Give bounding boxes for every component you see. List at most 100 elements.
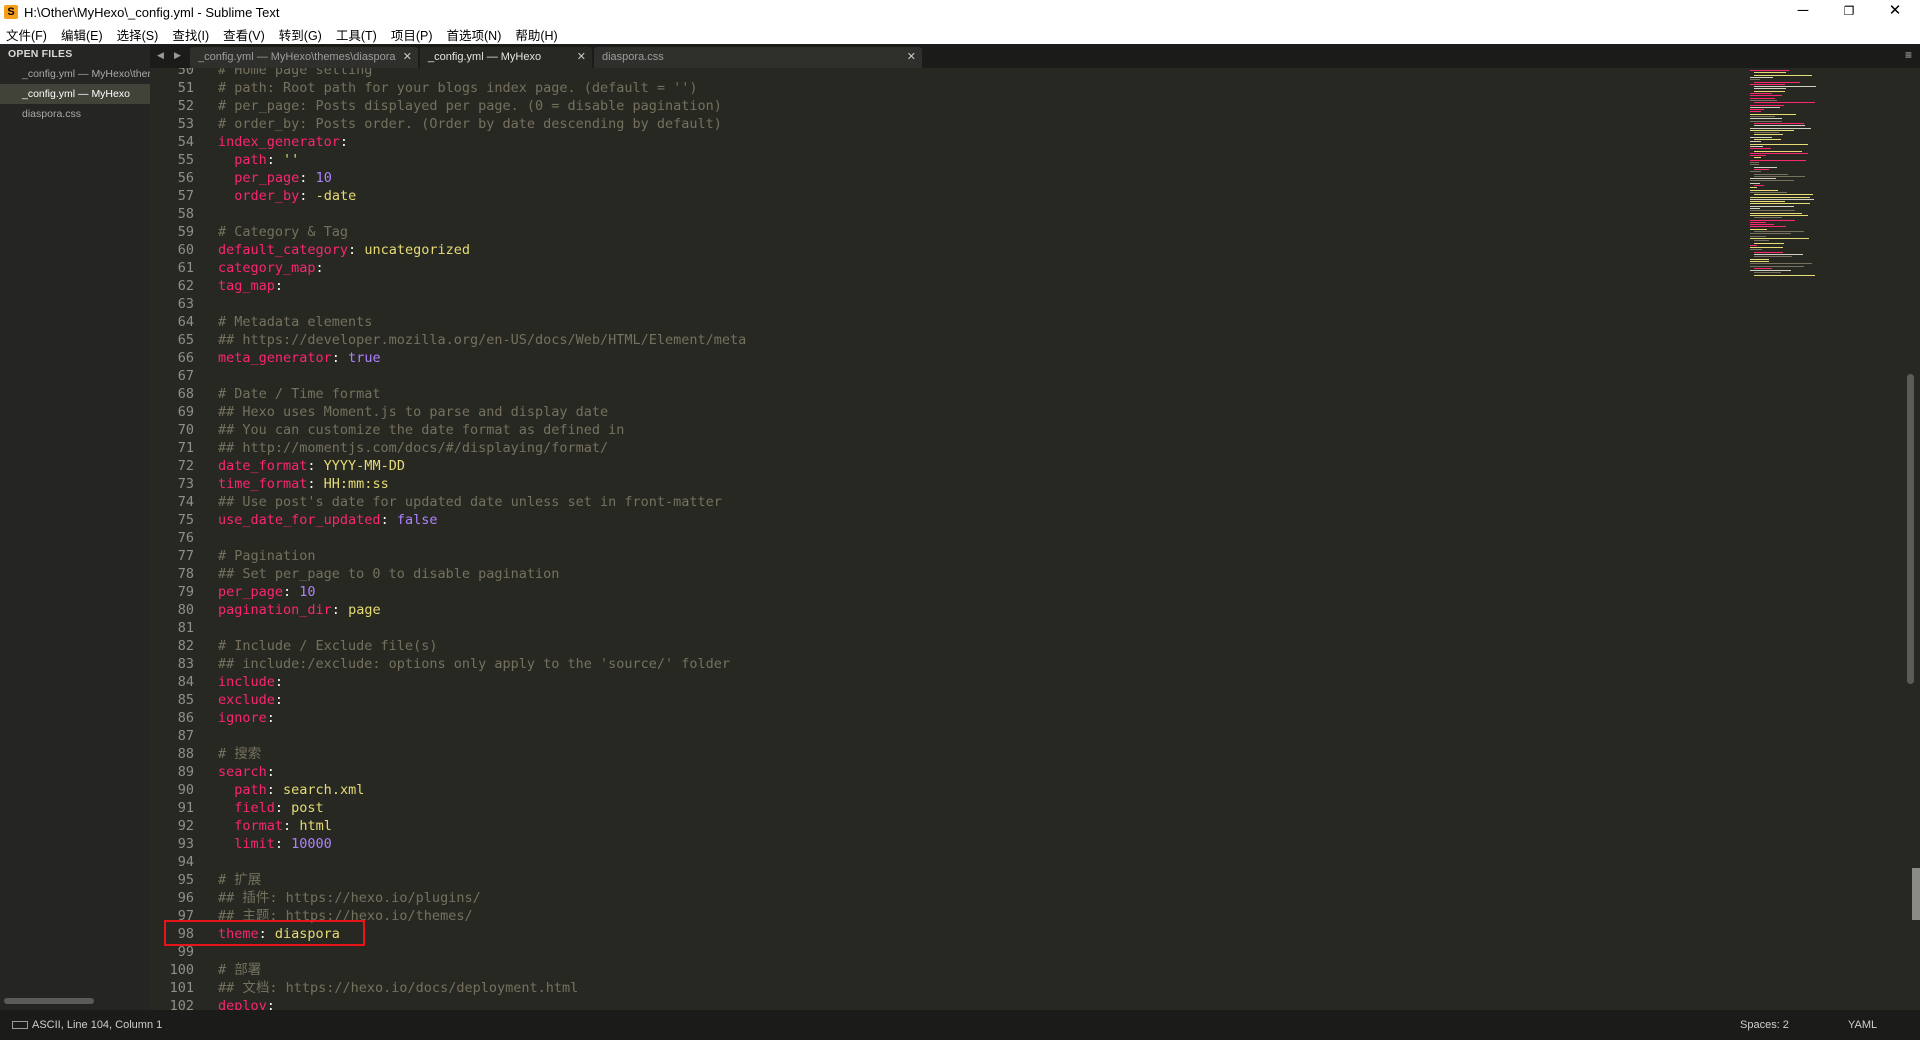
code-line[interactable]: 102 deploy: [150, 997, 746, 1010]
line-number: 94 [177, 854, 194, 870]
code-line[interactable]: 51 # path: Root path for your blogs index… [150, 79, 746, 97]
code-line[interactable]: 100 # 部署 [150, 961, 746, 979]
menu-file[interactable]: 文件(F) [6, 25, 47, 44]
code-line[interactable]: 86 ignore: [150, 709, 746, 727]
sidebar: OPEN FILES _config.yml — MyHexo\themes\d… [0, 44, 150, 1010]
menu-find[interactable]: 查找(I) [172, 25, 209, 44]
minimap-line [1754, 157, 1761, 159]
code-line[interactable]: 57 order_by: -date [150, 187, 746, 205]
menu-selection[interactable]: 选择(S) [117, 25, 159, 44]
minimap-line [1750, 198, 1814, 200]
code-token: 10 [315, 170, 332, 186]
menu-help[interactable]: 帮助(H) [515, 25, 557, 44]
code-token: '' [283, 152, 300, 168]
code-line[interactable]: 74 ## Use post's date for updated date un… [150, 493, 746, 511]
code-line[interactable]: 78 ## Set per_page to 0 to disable pagina… [150, 565, 746, 583]
code-line[interactable]: 72 date_format: YYYY-MM-DD [150, 457, 746, 475]
menu-goto[interactable]: 转到(G) [279, 25, 322, 44]
tab-close-icon[interactable]: ✕ [403, 47, 412, 67]
code-line[interactable]: 56 per_page: 10 [150, 169, 746, 187]
minimap-line [1754, 272, 1781, 274]
code-line[interactable]: 84 include: [150, 673, 746, 691]
tab-diaspora-css[interactable]: diaspora.css ✕ [594, 47, 922, 68]
minimap-line [1750, 76, 1773, 78]
status-syntax[interactable]: YAML [1848, 1019, 1877, 1031]
line-number: 88 [177, 746, 194, 762]
code-line[interactable]: 55 path: '' [150, 151, 746, 169]
code-line[interactable]: 87 [150, 727, 746, 745]
sidebar-horizontal-scrollbar[interactable] [4, 998, 94, 1004]
code-line[interactable]: 77 # Pagination [150, 547, 746, 565]
code-line[interactable]: 67 [150, 367, 746, 385]
code-line[interactable]: 60 default_category: uncategorized [150, 241, 746, 259]
code-line[interactable]: 93 limit: 10000 [150, 835, 746, 853]
code-line[interactable]: 64 # Metadata elements [150, 313, 746, 331]
code-line[interactable]: 89 search: [150, 763, 746, 781]
restore-button[interactable]: ❐ [1826, 0, 1872, 24]
code-line[interactable]: 50 # Home page setting [150, 68, 746, 79]
code-line[interactable]: 63 [150, 295, 746, 313]
code-line[interactable]: 76 [150, 529, 746, 547]
code-line[interactable]: 66 meta_generator: true [150, 349, 746, 367]
code-line[interactable]: 92 format: html [150, 817, 746, 835]
minimap-line [1750, 111, 1761, 113]
menu-preferences[interactable]: 首选项(N) [447, 25, 502, 44]
code-line[interactable]: 90 path: search.xml [150, 781, 746, 799]
menu-edit[interactable]: 编辑(E) [61, 25, 103, 44]
code-line[interactable]: 82 # Include / Exclude file(s) [150, 637, 746, 655]
code-editor[interactable]: 50 # Home page setting 51 # path: Root path… [150, 68, 1920, 1010]
code-line[interactable]: 83 ## include:/exclude: options only appl… [150, 655, 746, 673]
code-line[interactable]: 62 tag_map: [150, 277, 746, 295]
code-line[interactable]: 81 [150, 619, 746, 637]
code-line[interactable]: 58 [150, 205, 746, 223]
tab-overflow-menu-icon[interactable]: ≡ [1905, 48, 1912, 62]
code-token: true [348, 350, 381, 366]
tab-prev-arrow-icon[interactable]: ◀ [157, 50, 164, 61]
code-line[interactable]: 94 [150, 853, 746, 871]
sidebar-file-theme-config[interactable]: _config.yml — MyHexo\themes\diaspora [0, 64, 150, 84]
line-number: 92 [177, 818, 194, 834]
code-line[interactable]: 88 # 搜索 [150, 745, 746, 763]
code-line[interactable]: 61 category_map: [150, 259, 746, 277]
code-line[interactable]: 69 ## Hexo uses Moment.js to parse and di… [150, 403, 746, 421]
line-number: 57 [177, 188, 194, 204]
minimap[interactable] [1750, 70, 1910, 280]
tab-close-icon[interactable]: ✕ [577, 47, 586, 67]
menu-tools[interactable]: 工具(T) [336, 25, 377, 44]
sidebar-file-config[interactable]: _config.yml — MyHexo [0, 84, 150, 104]
code-line[interactable]: 71 ## http://momentjs.com/docs/#/displayi… [150, 439, 746, 457]
code-line[interactable]: 91 field: post [150, 799, 746, 817]
code-line[interactable]: 68 # Date / Time format [150, 385, 746, 403]
menu-project[interactable]: 项目(P) [391, 25, 433, 44]
code-line[interactable]: 80 pagination_dir: page [150, 601, 746, 619]
code-line[interactable]: 95 # 扩展 [150, 871, 746, 889]
tab-theme-config[interactable]: _config.yml — MyHexo\themes\diaspora ✕ [190, 47, 418, 68]
code-line[interactable]: 96 ## 插件: https://hexo.io/plugins/ [150, 889, 746, 907]
line-number: 90 [177, 782, 194, 798]
minimize-button[interactable]: ─ [1780, 0, 1826, 24]
code-line[interactable]: 54 index_generator: [150, 133, 746, 151]
tab-next-arrow-icon[interactable]: ▶ [174, 50, 181, 61]
status-indentation[interactable]: Spaces: 2 [1740, 1019, 1789, 1031]
code-line[interactable]: 75 use_date_for_updated: false [150, 511, 746, 529]
menu-view[interactable]: 查看(V) [223, 25, 265, 44]
code-line[interactable]: 52 # per_page: Posts displayed per page. … [150, 97, 746, 115]
tab-config[interactable]: _config.yml — MyHexo ✕ [420, 47, 592, 68]
code-line[interactable]: 53 # order_by: Posts order. (Order by dat… [150, 115, 746, 133]
code-line[interactable]: 85 exclude: [150, 691, 746, 709]
sidebar-file-diaspora-css[interactable]: diaspora.css [0, 104, 150, 124]
tab-close-icon[interactable]: ✕ [907, 47, 916, 67]
code-line[interactable]: 79 per_page: 10 [150, 583, 746, 601]
panel-toggle-icon[interactable] [12, 1021, 28, 1029]
code-line[interactable]: 59 # Category & Tag [150, 223, 746, 241]
minimap-line [1750, 228, 1767, 230]
close-window-button[interactable]: ✕ [1872, 0, 1918, 24]
code-line[interactable]: 65 ## https://developer.mozilla.org/en-US… [150, 331, 747, 349]
minimap-line [1750, 191, 1787, 193]
code-line[interactable]: 70 ## You can customize the date format a… [150, 421, 746, 439]
code-line[interactable]: 101 ## 文档: https://hexo.io/docs/deploymen… [150, 979, 746, 997]
vertical-scrollbar-thumb[interactable] [1907, 374, 1914, 684]
scroll-edge-handle[interactable] [1912, 868, 1920, 920]
code-line[interactable]: 73 time_format: HH:mm:ss [150, 475, 746, 493]
